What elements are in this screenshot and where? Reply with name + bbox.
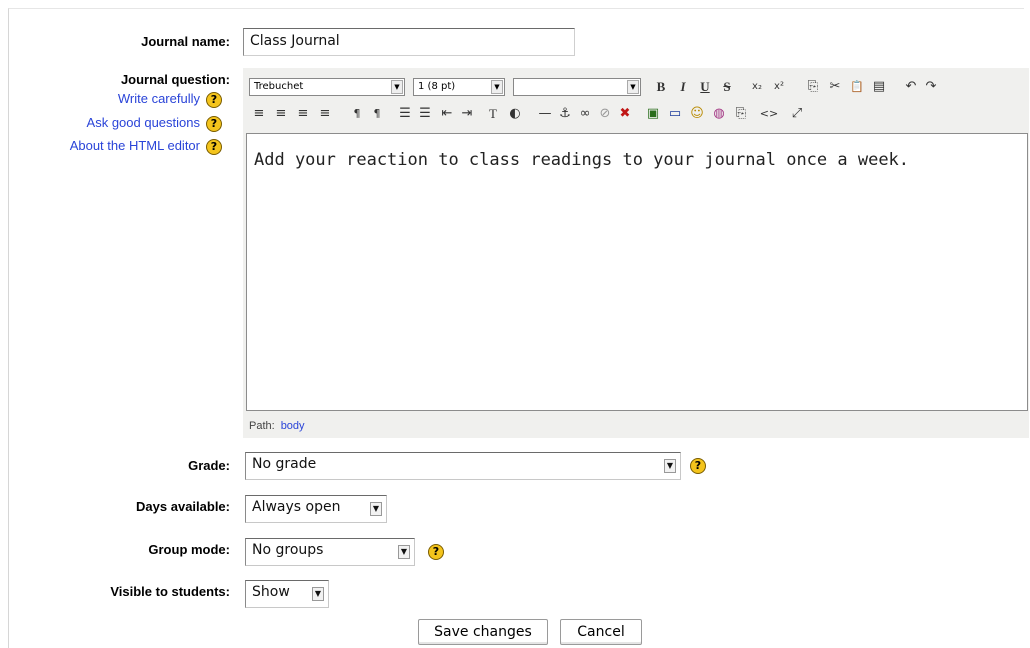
bold-icon[interactable]: B [651,77,671,97]
search-replace-icon[interactable]: ⎘ [731,104,751,124]
journal-name-label: Journal name: [141,34,230,49]
indent-icon[interactable]: ⇥ [457,104,477,124]
ordered-list-icon[interactable]: ☰ [395,104,415,124]
font-family-select[interactable]: Trebuchet ▼ [249,78,405,96]
about-html-editor-link[interactable]: About the HTML editor [70,138,200,153]
editor-content-area[interactable]: Add your reaction to class readings to y… [246,133,1028,411]
ltr-icon[interactable]: ¶ [347,104,367,124]
days-available-select[interactable]: Always open ▼ [245,495,387,523]
group-mode-select[interactable]: No groups ▼ [245,538,415,566]
editor-path: Path: body [249,420,305,432]
fullscreen-icon[interactable]: ⤢ [787,104,807,124]
write-carefully-link[interactable]: Write carefully [118,91,200,106]
group-mode-label: Group mode: [148,542,230,557]
chevron-down-icon: ▼ [664,459,676,473]
redo-icon[interactable]: ↷ [921,77,941,97]
link-icon[interactable]: ∞ [575,104,595,124]
copy-icon[interactable]: ⎘ [803,77,823,97]
help-icon[interactable]: ? [206,92,222,108]
align-right-icon[interactable]: ≡ [293,104,313,124]
grade-label: Grade: [188,458,230,473]
cut-icon[interactable]: ✂ [825,77,845,97]
chevron-down-icon: ▼ [627,80,639,94]
rtl-icon[interactable]: ¶ [367,104,387,124]
chevron-down-icon: ▼ [398,545,410,559]
italic-icon[interactable]: I [673,77,693,97]
visible-to-students-select[interactable]: Show ▼ [245,580,329,608]
special-char-icon[interactable]: ◍ [709,104,729,124]
chevron-down-icon: ▼ [491,80,503,94]
help-icon[interactable]: ? [690,458,706,474]
horizontal-rule-icon[interactable]: — [535,104,555,124]
html-source-icon[interactable]: <> [759,104,779,124]
help-icon[interactable]: ? [206,139,222,155]
background-color-icon[interactable]: ◐ [505,104,525,124]
html-editor: Trebuchet ▼ 1 (8 pt) ▼ ▼ B I U S x₂ x² ⎘ ✂… [243,68,1029,438]
cancel-button[interactable]: Cancel [560,619,642,645]
style-select[interactable]: ▼ [513,78,641,96]
help-icon[interactable]: ? [206,116,222,132]
anchor-icon[interactable]: ⚓ [555,104,575,124]
align-center-icon[interactable]: ≡ [271,104,291,124]
path-body-link[interactable]: body [281,420,305,432]
unlink-icon[interactable]: ⊘ [595,104,615,124]
help-icon[interactable]: ? [428,544,444,560]
paste-icon[interactable]: 📋 [847,77,867,97]
path-label: Path: [249,420,275,432]
paste-word-icon[interactable]: ▤ [869,77,889,97]
save-changes-button[interactable]: Save changes [418,619,548,645]
nolink-icon[interactable]: ✖ [615,104,635,124]
journal-question-label: Journal question: [120,72,230,87]
table-icon[interactable]: ▭ [665,104,685,124]
grade-select[interactable]: No grade ▼ [245,452,681,480]
outdent-icon[interactable]: ⇤ [437,104,457,124]
justify-icon[interactable]: ≡ [315,104,335,124]
journal-name-input[interactable]: Class Journal [243,28,575,56]
align-left-icon[interactable]: ≡ [249,104,269,124]
font-size-select[interactable]: 1 (8 pt) ▼ [413,78,505,96]
image-icon[interactable]: ▣ [643,104,663,124]
underline-icon[interactable]: U [695,77,715,97]
ask-good-questions-link[interactable]: Ask good questions [87,115,200,130]
chevron-down-icon: ▼ [391,80,403,94]
chevron-down-icon: ▼ [370,502,382,516]
unordered-list-icon[interactable]: ☰ [415,104,435,124]
text-color-icon[interactable]: T [483,104,503,124]
chevron-down-icon: ▼ [312,587,324,601]
undo-icon[interactable]: ↶ [901,77,921,97]
subscript-icon[interactable]: x₂ [747,77,767,97]
strikethrough-icon[interactable]: S [717,77,737,97]
days-available-label: Days available: [136,499,230,514]
smiley-icon[interactable]: ☺ [687,104,707,124]
visible-to-students-label: Visible to students: [110,584,230,599]
superscript-icon[interactable]: x² [769,77,789,97]
